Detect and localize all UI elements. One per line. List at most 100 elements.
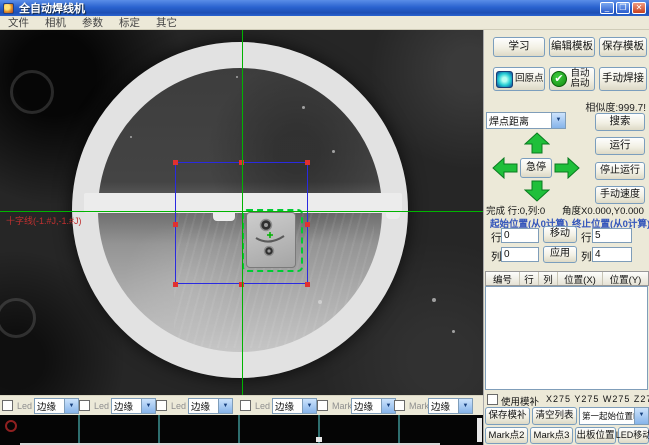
- chevron-down-icon[interactable]: ▼: [302, 399, 316, 413]
- led-d-mode-select[interactable]: 边缘 ▼: [188, 398, 233, 414]
- auto-start-button[interactable]: ✔ 自动启动: [549, 67, 595, 91]
- record-indicator-icon: [5, 420, 17, 432]
- start-row-input[interactable]: [501, 228, 539, 243]
- speck: [150, 90, 153, 93]
- menu-calibration[interactable]: 标定: [111, 15, 148, 30]
- mark-b-checkbox[interactable]: [394, 400, 405, 411]
- home-origin-icon: [496, 71, 513, 88]
- col-header-col[interactable]: 列: [539, 272, 558, 285]
- col-header-posx[interactable]: 位置(X): [558, 272, 603, 285]
- clear-list-button[interactable]: 清空列表: [532, 407, 577, 425]
- chevron-down-icon[interactable]: ▼: [634, 408, 648, 424]
- strip-divider: [78, 415, 80, 445]
- led-b-mode-value: 边缘: [35, 399, 64, 413]
- chevron-down-icon[interactable]: ▼: [551, 113, 565, 128]
- mode-select[interactable]: 焊点距离 ▼: [486, 112, 566, 129]
- minimize-button-icon[interactable]: _: [600, 2, 614, 14]
- mark-a-mode-select[interactable]: 边缘 ▼: [351, 398, 396, 414]
- save-template-button[interactable]: 保存模板: [599, 37, 647, 57]
- speck: [236, 76, 238, 78]
- roi-handle[interactable]: [173, 222, 178, 227]
- strip-marker: [316, 437, 322, 442]
- led-e-mode-select[interactable]: 边缘 ▼: [272, 398, 317, 414]
- start-col-input[interactable]: [501, 247, 539, 262]
- led-b-checkbox[interactable]: [2, 400, 13, 411]
- mark-a-mode-value: 边缘: [352, 399, 381, 413]
- mark-point3-button[interactable]: Mark点3: [530, 427, 573, 444]
- edit-template-button[interactable]: 编辑模板: [549, 37, 595, 57]
- led-c-checkbox[interactable]: [79, 400, 90, 411]
- roi-handle[interactable]: [173, 282, 178, 287]
- search-button[interactable]: 搜索: [595, 113, 645, 131]
- roi-handle[interactable]: [305, 282, 310, 287]
- chevron-down-icon[interactable]: ▼: [218, 399, 232, 413]
- menu-parameters[interactable]: 参数: [74, 15, 111, 30]
- led-d-mode-value: 边缘: [189, 399, 218, 413]
- move-button[interactable]: 移动: [543, 226, 577, 243]
- board-out-position-button[interactable]: 出板位置: [575, 427, 616, 444]
- led-c-mode-select[interactable]: 边缘 ▼: [111, 398, 156, 414]
- end-col-input[interactable]: [592, 247, 632, 262]
- learn-button[interactable]: 学习: [493, 37, 545, 57]
- menu-bar: 文件 相机 参数 标定 其它: [0, 16, 649, 30]
- crosshair-coordinates: 十字线(-1.#J,-1.#J): [6, 214, 82, 227]
- led-e-mode-value: 边缘: [273, 399, 302, 413]
- led-move-button[interactable]: LED移动: [618, 427, 649, 444]
- app-icon: [3, 3, 14, 14]
- jog-down-arrow-icon[interactable]: [524, 180, 550, 202]
- manual-speed-button[interactable]: 手动速度: [595, 186, 645, 204]
- save-compensation-button[interactable]: 保存模补: [485, 407, 530, 425]
- menu-other[interactable]: 其它: [148, 15, 185, 30]
- stop-run-button[interactable]: 停止运行: [595, 162, 645, 180]
- roi-handle[interactable]: [305, 160, 310, 165]
- close-button-icon[interactable]: ✕: [632, 2, 646, 14]
- restore-button-icon[interactable]: ❐: [616, 2, 630, 14]
- roi-handle[interactable]: [305, 222, 310, 227]
- manual-weld-button[interactable]: 手动焊接: [599, 67, 647, 91]
- col-header-id[interactable]: 编号: [486, 272, 520, 285]
- chevron-down-icon[interactable]: ▼: [458, 399, 472, 413]
- mark-point2-button[interactable]: Mark点2: [485, 427, 528, 444]
- emergency-stop-button[interactable]: 急停: [520, 158, 552, 178]
- chevron-down-icon[interactable]: ▼: [64, 399, 78, 413]
- preview-strip: [0, 415, 483, 445]
- jog-up-arrow-icon[interactable]: [524, 132, 550, 154]
- led-e-checkbox[interactable]: [240, 400, 251, 411]
- run-button[interactable]: 运行: [595, 137, 645, 155]
- speck: [130, 136, 132, 138]
- results-list[interactable]: [485, 286, 648, 390]
- col-header-row[interactable]: 行: [520, 272, 539, 285]
- auto-start-label: 自动启动: [569, 69, 591, 89]
- use-compensation-checkbox[interactable]: [487, 394, 498, 405]
- strip-scroll-handle[interactable]: [477, 418, 482, 442]
- roi-handle[interactable]: [173, 160, 178, 165]
- jog-left-arrow-icon[interactable]: [492, 157, 518, 179]
- led-selector-bar: Led B 边缘 ▼ Led C 边缘 ▼ Led D 边缘 ▼ Led E: [0, 395, 483, 415]
- led-start-position-select[interactable]: 第一起始位置LED ▼: [579, 407, 649, 425]
- mark-a-checkbox[interactable]: [317, 400, 328, 411]
- speck: [432, 298, 436, 302]
- results-table-header: 编号 行 列 位置(X) 位置(Y): [485, 271, 649, 286]
- completion-status: 完成 行:0,列:0: [486, 203, 545, 217]
- start-row-label: 行: [491, 230, 502, 245]
- camera-view[interactable]: 十字线(-1.#J,-1.#J): [0, 30, 483, 395]
- lens-artifact: [0, 298, 36, 338]
- mode-select-value: 焊点距离: [487, 113, 551, 128]
- speck: [332, 150, 335, 153]
- col-header-posy[interactable]: 位置(Y): [603, 272, 648, 285]
- jog-right-arrow-icon[interactable]: [554, 157, 580, 179]
- menu-file[interactable]: 文件: [0, 15, 37, 30]
- chevron-down-icon[interactable]: ▼: [381, 399, 395, 413]
- led-d-checkbox[interactable]: [156, 400, 167, 411]
- speck: [452, 330, 455, 333]
- slot-notch: [386, 213, 400, 219]
- end-row-input[interactable]: [592, 228, 632, 243]
- led-b-mode-select[interactable]: 边缘 ▼: [34, 398, 79, 414]
- apply-button[interactable]: 应用: [543, 246, 577, 263]
- lens-artifact: [10, 70, 54, 114]
- chevron-down-icon[interactable]: ▼: [141, 399, 155, 413]
- mark-b-mode-select[interactable]: 边缘 ▼: [428, 398, 473, 414]
- menu-camera[interactable]: 相机: [37, 15, 74, 30]
- start-col-label: 列: [491, 249, 502, 264]
- home-button[interactable]: 回原点: [493, 67, 545, 91]
